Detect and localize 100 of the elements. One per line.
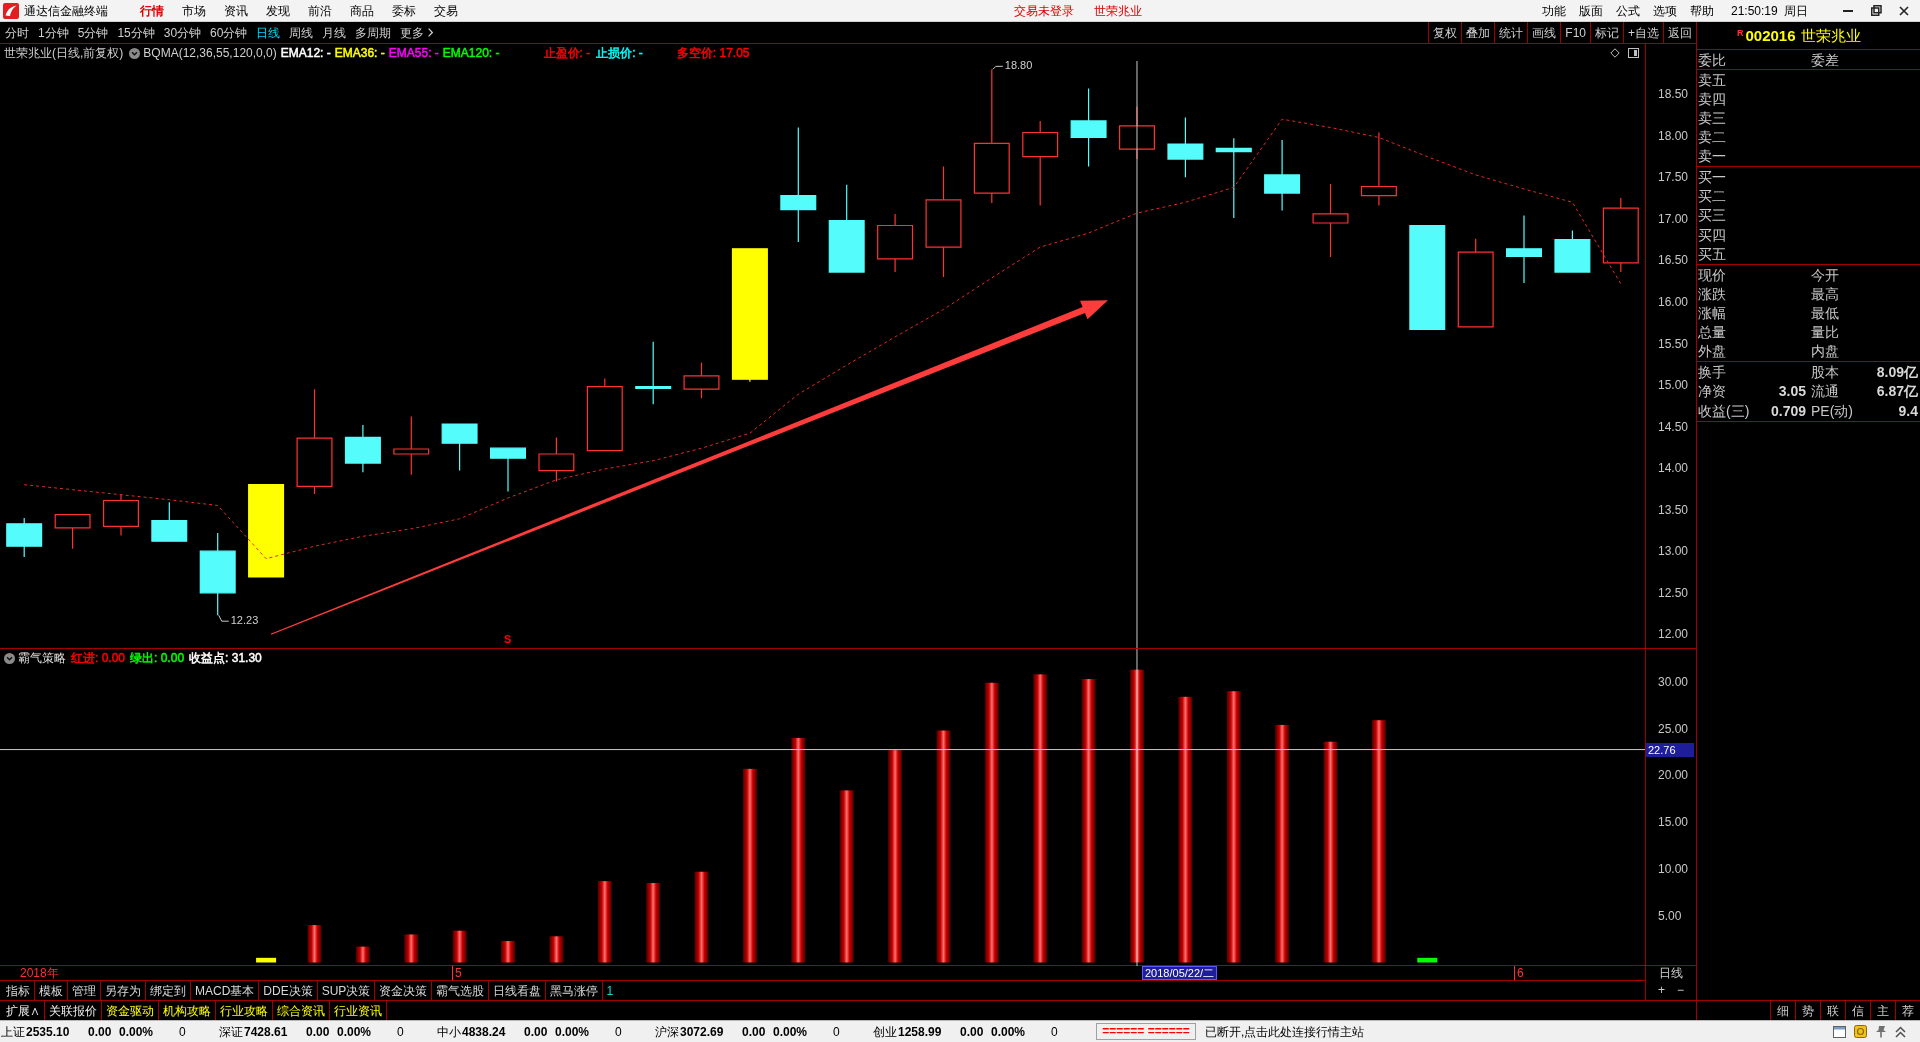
coin-icon[interactable]	[1854, 1025, 1867, 1038]
more-button[interactable]: 更多	[400, 26, 434, 39]
toolbar-button[interactable]: 指标	[2, 981, 35, 1000]
menu-item[interactable]: 公式	[1616, 4, 1640, 17]
indicator-bar	[549, 936, 564, 963]
axis-label: 15.00	[1658, 378, 1689, 393]
period-tab[interactable]: 多周期	[355, 26, 392, 39]
index-name[interactable]: 深证	[218, 1025, 243, 1038]
tool-button[interactable]: 画线	[1527, 22, 1561, 43]
restore-icon	[1870, 5, 1882, 16]
menu-tab[interactable]: 前沿	[308, 4, 332, 17]
axis-label: 13.00	[1658, 544, 1689, 559]
menu-item[interactable]: 版面	[1579, 4, 1603, 17]
index-change: 0.00	[306, 1025, 331, 1038]
legend-text: 红进: 0.00	[71, 652, 126, 664]
field-label: 买三	[1698, 208, 1726, 223]
index-name[interactable]: 中小	[436, 1025, 461, 1038]
toolbar-button[interactable]: MACD基本	[191, 981, 260, 1000]
toolbar-button[interactable]: 模板	[35, 981, 68, 1000]
period-tab[interactable]: 15分钟	[117, 26, 155, 39]
menu-item[interactable]: 选项	[1653, 4, 1677, 17]
menu-item[interactable]: 功能	[1542, 4, 1566, 17]
period-tab[interactable]: 1分钟	[38, 26, 69, 39]
indicator-bar	[452, 930, 467, 963]
candlestick	[683, 362, 720, 399]
index-value: 3072.69	[680, 1025, 725, 1038]
close-icon	[1899, 5, 1909, 16]
index-change: 0.00	[88, 1025, 113, 1038]
field-label: PE(动)	[1811, 404, 1853, 419]
menu-tab[interactable]: 委标	[392, 4, 416, 17]
toolbar-button[interactable]: DDE决策	[259, 981, 318, 1000]
index-name[interactable]: 创业	[872, 1025, 897, 1038]
candlestick	[538, 436, 575, 482]
toolbar-button[interactable]: 管理	[68, 981, 101, 1000]
period-tab[interactable]: 60分钟	[210, 26, 248, 39]
toolbar-button[interactable]: 资金决策	[375, 981, 433, 1000]
period-tab[interactable]: 日线	[256, 26, 281, 39]
page-number[interactable]: 1	[606, 984, 614, 997]
zoom-in-button[interactable]: +	[1658, 983, 1665, 997]
axis-label: 15.50	[1658, 336, 1689, 351]
axis-label: 16.50	[1658, 253, 1689, 268]
panel-toggle-icon[interactable]	[1628, 48, 1639, 58]
field-label: 卖一	[1698, 149, 1726, 164]
period-tab[interactable]: 分时	[5, 26, 29, 39]
field-value: 6.87亿	[1876, 384, 1918, 399]
pin-icon[interactable]	[1875, 1025, 1887, 1038]
menu-tab[interactable]: 发现	[266, 4, 290, 17]
index-volume: 0	[833, 1025, 840, 1038]
tool-button[interactable]: F10	[1560, 22, 1590, 43]
menu-tab[interactable]: 商品	[350, 4, 374, 17]
window-icon[interactable]	[1833, 1025, 1846, 1038]
toolbar-button[interactable]: 霸气选股	[432, 981, 490, 1000]
chevron-down-circle-icon[interactable]	[129, 47, 141, 59]
signal-letter: S	[504, 632, 512, 645]
field-label: 最高	[1811, 286, 1839, 301]
toolbar-button[interactable]: SUP决策	[317, 981, 376, 1000]
toolbar-button[interactable]: 绑定到	[146, 981, 191, 1000]
connection-message[interactable]: 已断开,点击此处连接行情主站	[1205, 1025, 1365, 1038]
period-tab[interactable]: 月线	[322, 26, 347, 39]
index-name[interactable]: 沪深	[654, 1025, 679, 1038]
menu-tab[interactable]: 市场	[182, 4, 206, 17]
candlestick	[393, 416, 430, 476]
field-label: 卖二	[1698, 130, 1726, 145]
chevrons-up-icon[interactable]	[1895, 1025, 1906, 1038]
field-label: 收益(三)	[1698, 404, 1750, 419]
toolbar-button[interactable]: 日线看盘	[489, 981, 547, 1000]
notice-text[interactable]: 世荣兆业	[1094, 4, 1142, 17]
chart-title: 世荣兆业(日线,前复权)	[4, 47, 124, 59]
field-label: 卖三	[1698, 110, 1726, 125]
tool-button[interactable]: 叠加	[1461, 22, 1495, 43]
period-tab[interactable]: 5分钟	[77, 26, 109, 39]
period-label: 日线	[1659, 966, 1683, 980]
menu-tab[interactable]: 行情	[140, 4, 164, 17]
index-percent: 0.00%	[773, 1025, 809, 1038]
period-tab[interactable]: 30分钟	[163, 26, 202, 39]
axis-label: 10.00	[1658, 861, 1689, 876]
notice-text[interactable]: 交易未登录	[1014, 4, 1074, 17]
index-name[interactable]: 上证	[0, 1025, 25, 1038]
menu-item[interactable]: 帮助	[1690, 4, 1714, 17]
restore-button[interactable]	[1868, 2, 1884, 19]
menu-tab[interactable]: 资讯	[224, 4, 248, 17]
candlestick	[151, 501, 188, 542]
tool-button[interactable]: 统计	[1494, 22, 1528, 43]
zoom-out-button[interactable]: −	[1677, 983, 1684, 997]
tool-button[interactable]: +自选	[1623, 22, 1663, 43]
field-label: 买一	[1698, 169, 1726, 184]
candlestick	[490, 447, 526, 492]
menu-tab[interactable]: 交易	[434, 4, 458, 17]
diamond-icon[interactable]	[1610, 48, 1620, 58]
chevron-down-circle-icon[interactable]	[4, 652, 15, 664]
app-name: 通达信金融终端	[24, 4, 108, 17]
legend-text: 止盈价: -	[543, 47, 591, 59]
period-tab[interactable]: 周线	[289, 26, 314, 39]
field-label: 换手	[1698, 364, 1726, 379]
formula-label: BQMA(12,36,55,120,0,0)	[143, 47, 277, 59]
tool-button[interactable]: 标记	[1590, 22, 1623, 43]
toolbar-button[interactable]: 黑马涨停	[546, 981, 604, 1000]
toolbar-button[interactable]: 另存为	[101, 981, 146, 1000]
index-value: 2535.10	[26, 1025, 71, 1038]
tool-button[interactable]: 复权	[1428, 22, 1462, 43]
